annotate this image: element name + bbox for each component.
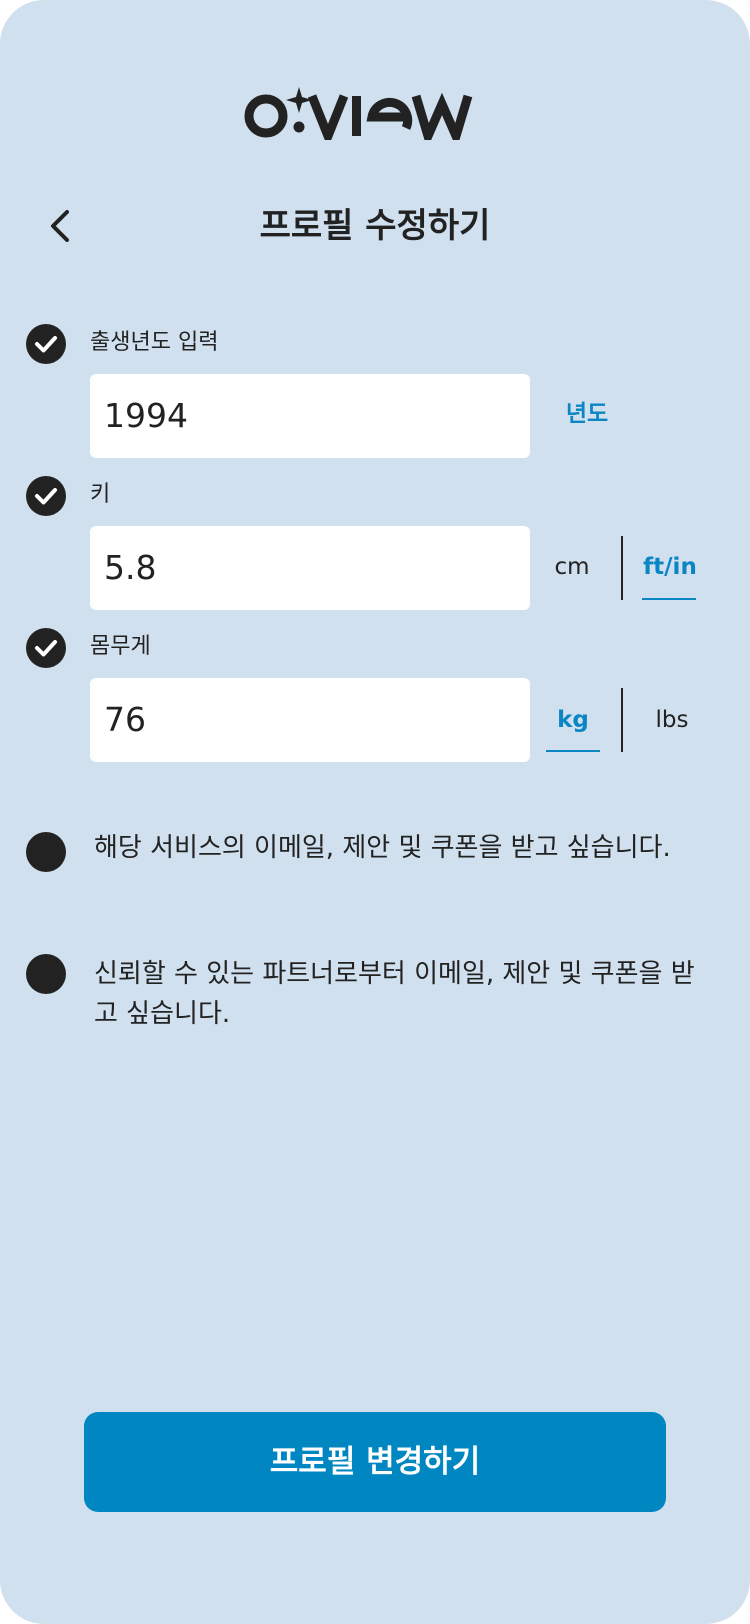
weight-unit-divider (621, 688, 623, 752)
height-input[interactable]: 5.8 (90, 526, 530, 610)
change-profile-button[interactable]: 프로필 변경하기 (84, 1412, 666, 1512)
oview-logo-icon (244, 87, 473, 140)
consent-service-text: 해당 서비스의 이메일, 제안 및 쿠폰을 받고 싶습니다. (94, 833, 671, 863)
weight-unit-lbs[interactable]: lbs (648, 705, 696, 735)
consent-service-radio[interactable] (26, 832, 66, 872)
weight-unit-kg[interactable]: kg (546, 705, 600, 735)
birth-year-check-icon (26, 324, 66, 364)
height-unit-selected-underline (642, 598, 696, 600)
birth-year-label: 출생년도 입력 (90, 330, 219, 355)
birth-year-unit: 년도 (565, 401, 609, 427)
page-title: 프로필 수정하기 (259, 206, 491, 246)
weight-label: 몸무게 (90, 634, 151, 659)
weight-check-icon (26, 628, 66, 668)
app-logo (0, 84, 750, 144)
profile-edit-screen: 프로필 수정하기 출생년도 입력 1994 년도 키 5.8 cm ft/in … (0, 0, 750, 1624)
weight-input[interactable]: 76 (90, 678, 530, 762)
height-check-icon (26, 476, 66, 516)
consent-partner-radio[interactable] (26, 954, 66, 994)
height-unit-cm[interactable]: cm (546, 552, 598, 582)
height-unit-ftin[interactable]: ft/in (640, 552, 700, 582)
weight-unit-selected-underline (546, 750, 600, 752)
birth-year-input[interactable]: 1994 (90, 374, 530, 458)
height-label: 키 (90, 482, 111, 507)
height-unit-divider (621, 536, 623, 600)
consent-partner-text: 신뢰할 수 있는 파트너로부터 이메일, 제안 및 쿠폰을 받고 싶습니다. (94, 959, 695, 1029)
